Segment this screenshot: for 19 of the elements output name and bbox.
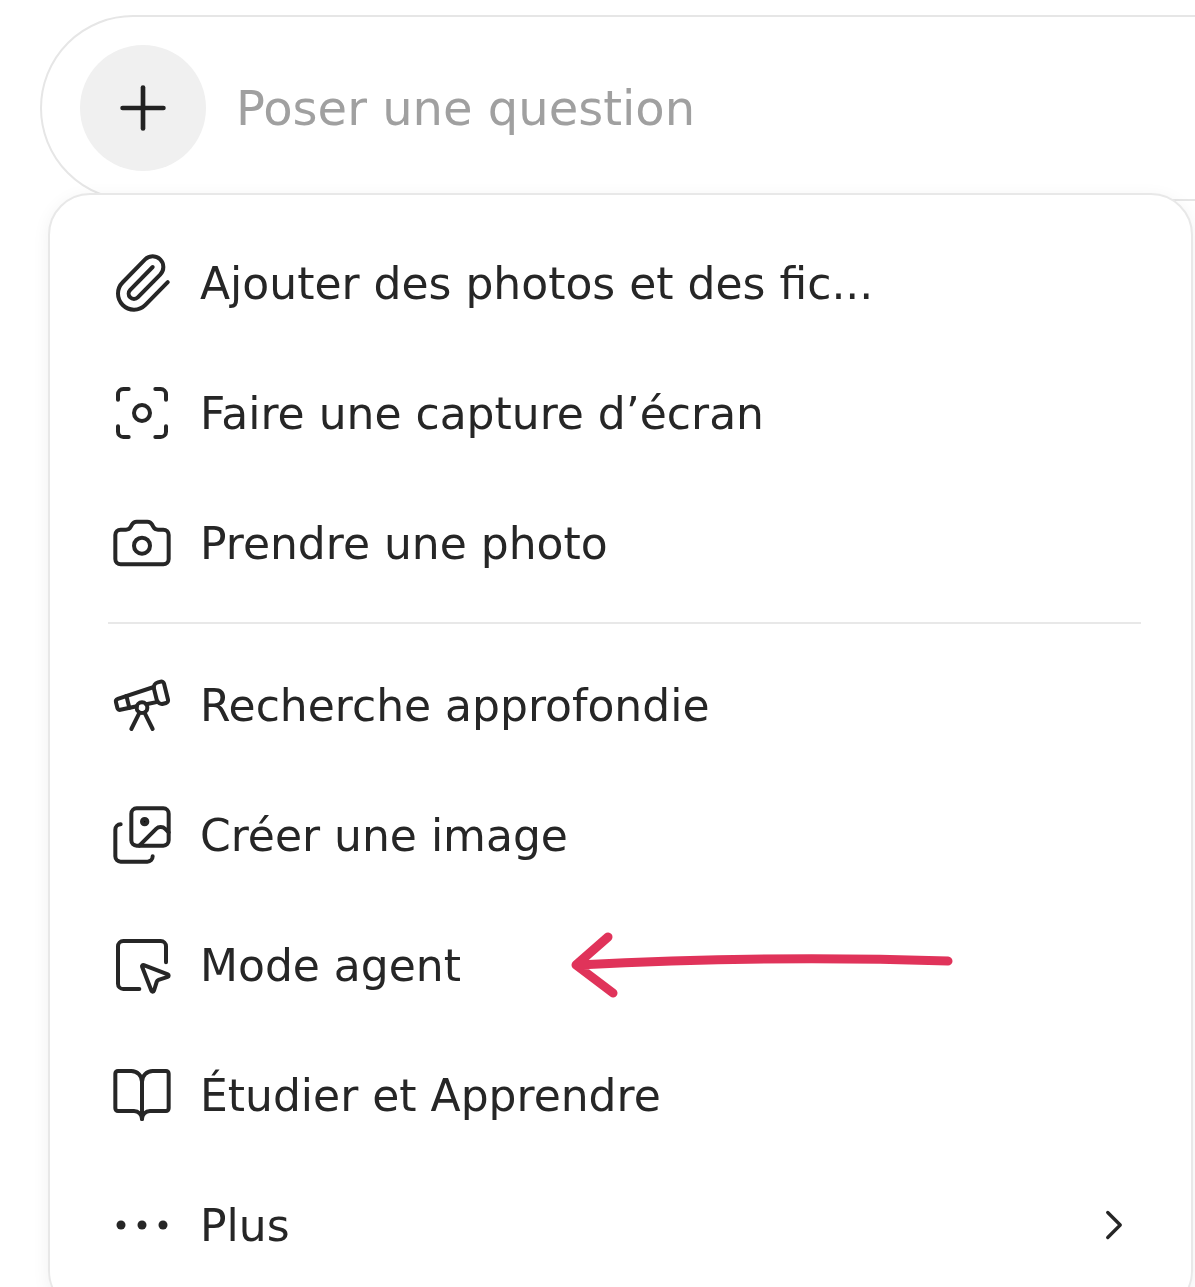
question-field[interactable]: Poser une question: [234, 79, 1038, 137]
menu-item-label: Recherche approfondie: [200, 679, 711, 731]
menu-item[interactable]: Plus: [50, 1160, 1191, 1287]
menu-item-label: Prendre une photo: [200, 517, 609, 569]
menu-item-label: Plus: [200, 1199, 291, 1251]
more-icon: [115, 1219, 169, 1231]
menu-item-label: Créer une image: [200, 809, 569, 861]
menu-item-label: Mode agent: [200, 939, 462, 991]
menu-item-label: Faire une capture d’écran: [200, 387, 765, 439]
menu-item-label: Ajouter des photos et des fic...: [200, 257, 875, 309]
menu-item[interactable]: Ajouter des photos et des fic...: [50, 218, 1191, 348]
menu-item[interactable]: Étudier et Apprendre: [50, 1030, 1191, 1160]
menu-item-label: Étudier et Apprendre: [200, 1069, 662, 1121]
menu-item[interactable]: Mode agent: [50, 900, 1191, 1030]
menu-item[interactable]: Créer une image: [50, 770, 1191, 900]
menu-item[interactable]: Faire une capture d’écran: [50, 348, 1191, 478]
menu-item-icon: [110, 803, 174, 867]
menu-item[interactable]: Recherche approfondie: [50, 640, 1191, 770]
menu-item[interactable]: Prendre une photo: [50, 478, 1191, 608]
